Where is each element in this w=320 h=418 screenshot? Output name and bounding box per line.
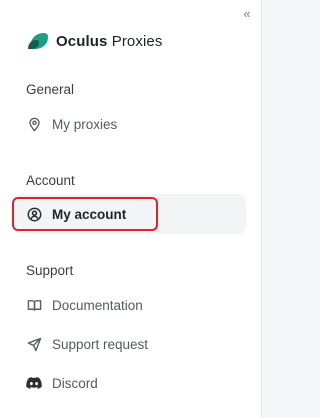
location-pin-icon [26, 116, 42, 132]
oculus-logo-icon [28, 33, 48, 49]
sidebar-item-label: My proxies [52, 116, 118, 132]
sidebar-item-my-account[interactable]: My account [14, 194, 246, 234]
sidebar-item-label: My account [52, 206, 127, 222]
collapse-sidebar-button[interactable]: « [238, 4, 256, 22]
main-content-area [262, 0, 304, 418]
sidebar-item-label: Support request [52, 336, 149, 352]
sidebar: « Oculus Proxies General My proxies Acco… [0, 0, 262, 418]
sidebar-item-my-proxies[interactable]: My proxies [14, 104, 246, 144]
sidebar-item-label: Discord [52, 375, 98, 391]
section-label-account: Account [26, 173, 75, 188]
section-label-general: General [26, 82, 75, 97]
book-icon [26, 297, 42, 313]
sidebar-item-label: Documentation [52, 297, 143, 313]
brand-logo-link[interactable]: Oculus Proxies [26, 30, 162, 52]
discord-icon [26, 375, 42, 391]
brand-name: Oculus Proxies [56, 32, 163, 50]
send-icon [26, 336, 42, 352]
sidebar-item-support-request[interactable]: Support request [14, 324, 246, 364]
sidebar-item-documentation[interactable]: Documentation [14, 285, 246, 325]
sidebar-item-discord[interactable]: Discord [14, 363, 246, 403]
user-circle-icon [26, 206, 42, 222]
double-chevron-left-icon: « [243, 5, 251, 21]
section-label-support: Support [26, 263, 74, 278]
